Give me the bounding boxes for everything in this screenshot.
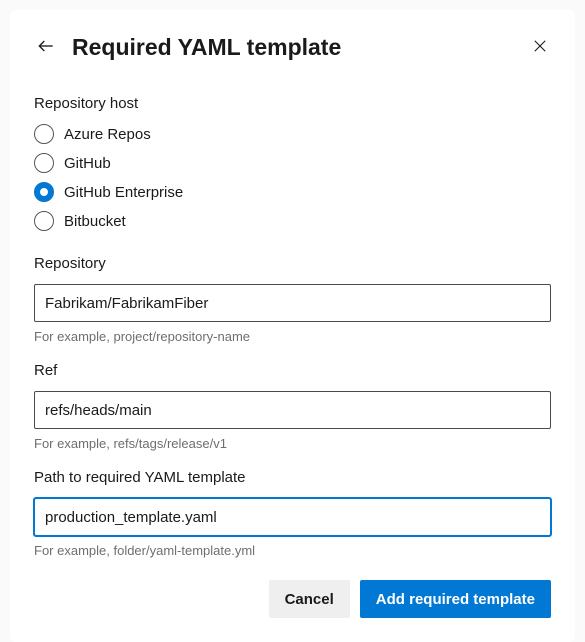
ref-field: Ref For example, refs/tags/release/v1 (34, 362, 551, 451)
repository-label: Repository (34, 255, 551, 272)
path-label: Path to required YAML template (34, 469, 551, 486)
dialog-footer: Cancel Add required template (34, 580, 551, 618)
close-icon (531, 37, 549, 58)
radio-label: GitHub (64, 155, 111, 172)
repository-input[interactable] (34, 284, 551, 322)
dialog-panel: Required YAML template Repository host A… (10, 10, 575, 642)
repository-field: Repository For example, project/reposito… (34, 255, 551, 344)
ref-label: Ref (34, 362, 551, 379)
add-required-template-button[interactable]: Add required template (360, 580, 551, 618)
dialog-header: Required YAML template (34, 34, 551, 61)
radio-option-github[interactable]: GitHub (34, 153, 551, 173)
repository-host-radio-group: Azure Repos GitHub GitHub Enterprise Bit… (34, 124, 551, 231)
dialog-title: Required YAML template (72, 34, 515, 61)
arrow-left-icon (36, 36, 56, 59)
ref-hint: For example, refs/tags/release/v1 (34, 436, 551, 451)
radio-icon (34, 211, 54, 231)
radio-option-bitbucket[interactable]: Bitbucket (34, 211, 551, 231)
repository-hint: For example, project/repository-name (34, 329, 551, 344)
path-input[interactable] (34, 498, 551, 536)
radio-label: Azure Repos (64, 126, 151, 143)
radio-icon (34, 182, 54, 202)
ref-input[interactable] (34, 391, 551, 429)
radio-icon (34, 153, 54, 173)
path-hint: For example, folder/yaml-template.yml (34, 543, 551, 558)
close-button[interactable] (529, 35, 551, 60)
repository-host-label: Repository host (34, 95, 551, 112)
back-button[interactable] (34, 34, 58, 61)
radio-label: GitHub Enterprise (64, 184, 183, 201)
radio-option-azure-repos[interactable]: Azure Repos (34, 124, 551, 144)
radio-icon (34, 124, 54, 144)
radio-option-github-enterprise[interactable]: GitHub Enterprise (34, 182, 551, 202)
cancel-button[interactable]: Cancel (269, 580, 350, 618)
radio-label: Bitbucket (64, 213, 126, 230)
path-field: Path to required YAML template For examp… (34, 469, 551, 558)
